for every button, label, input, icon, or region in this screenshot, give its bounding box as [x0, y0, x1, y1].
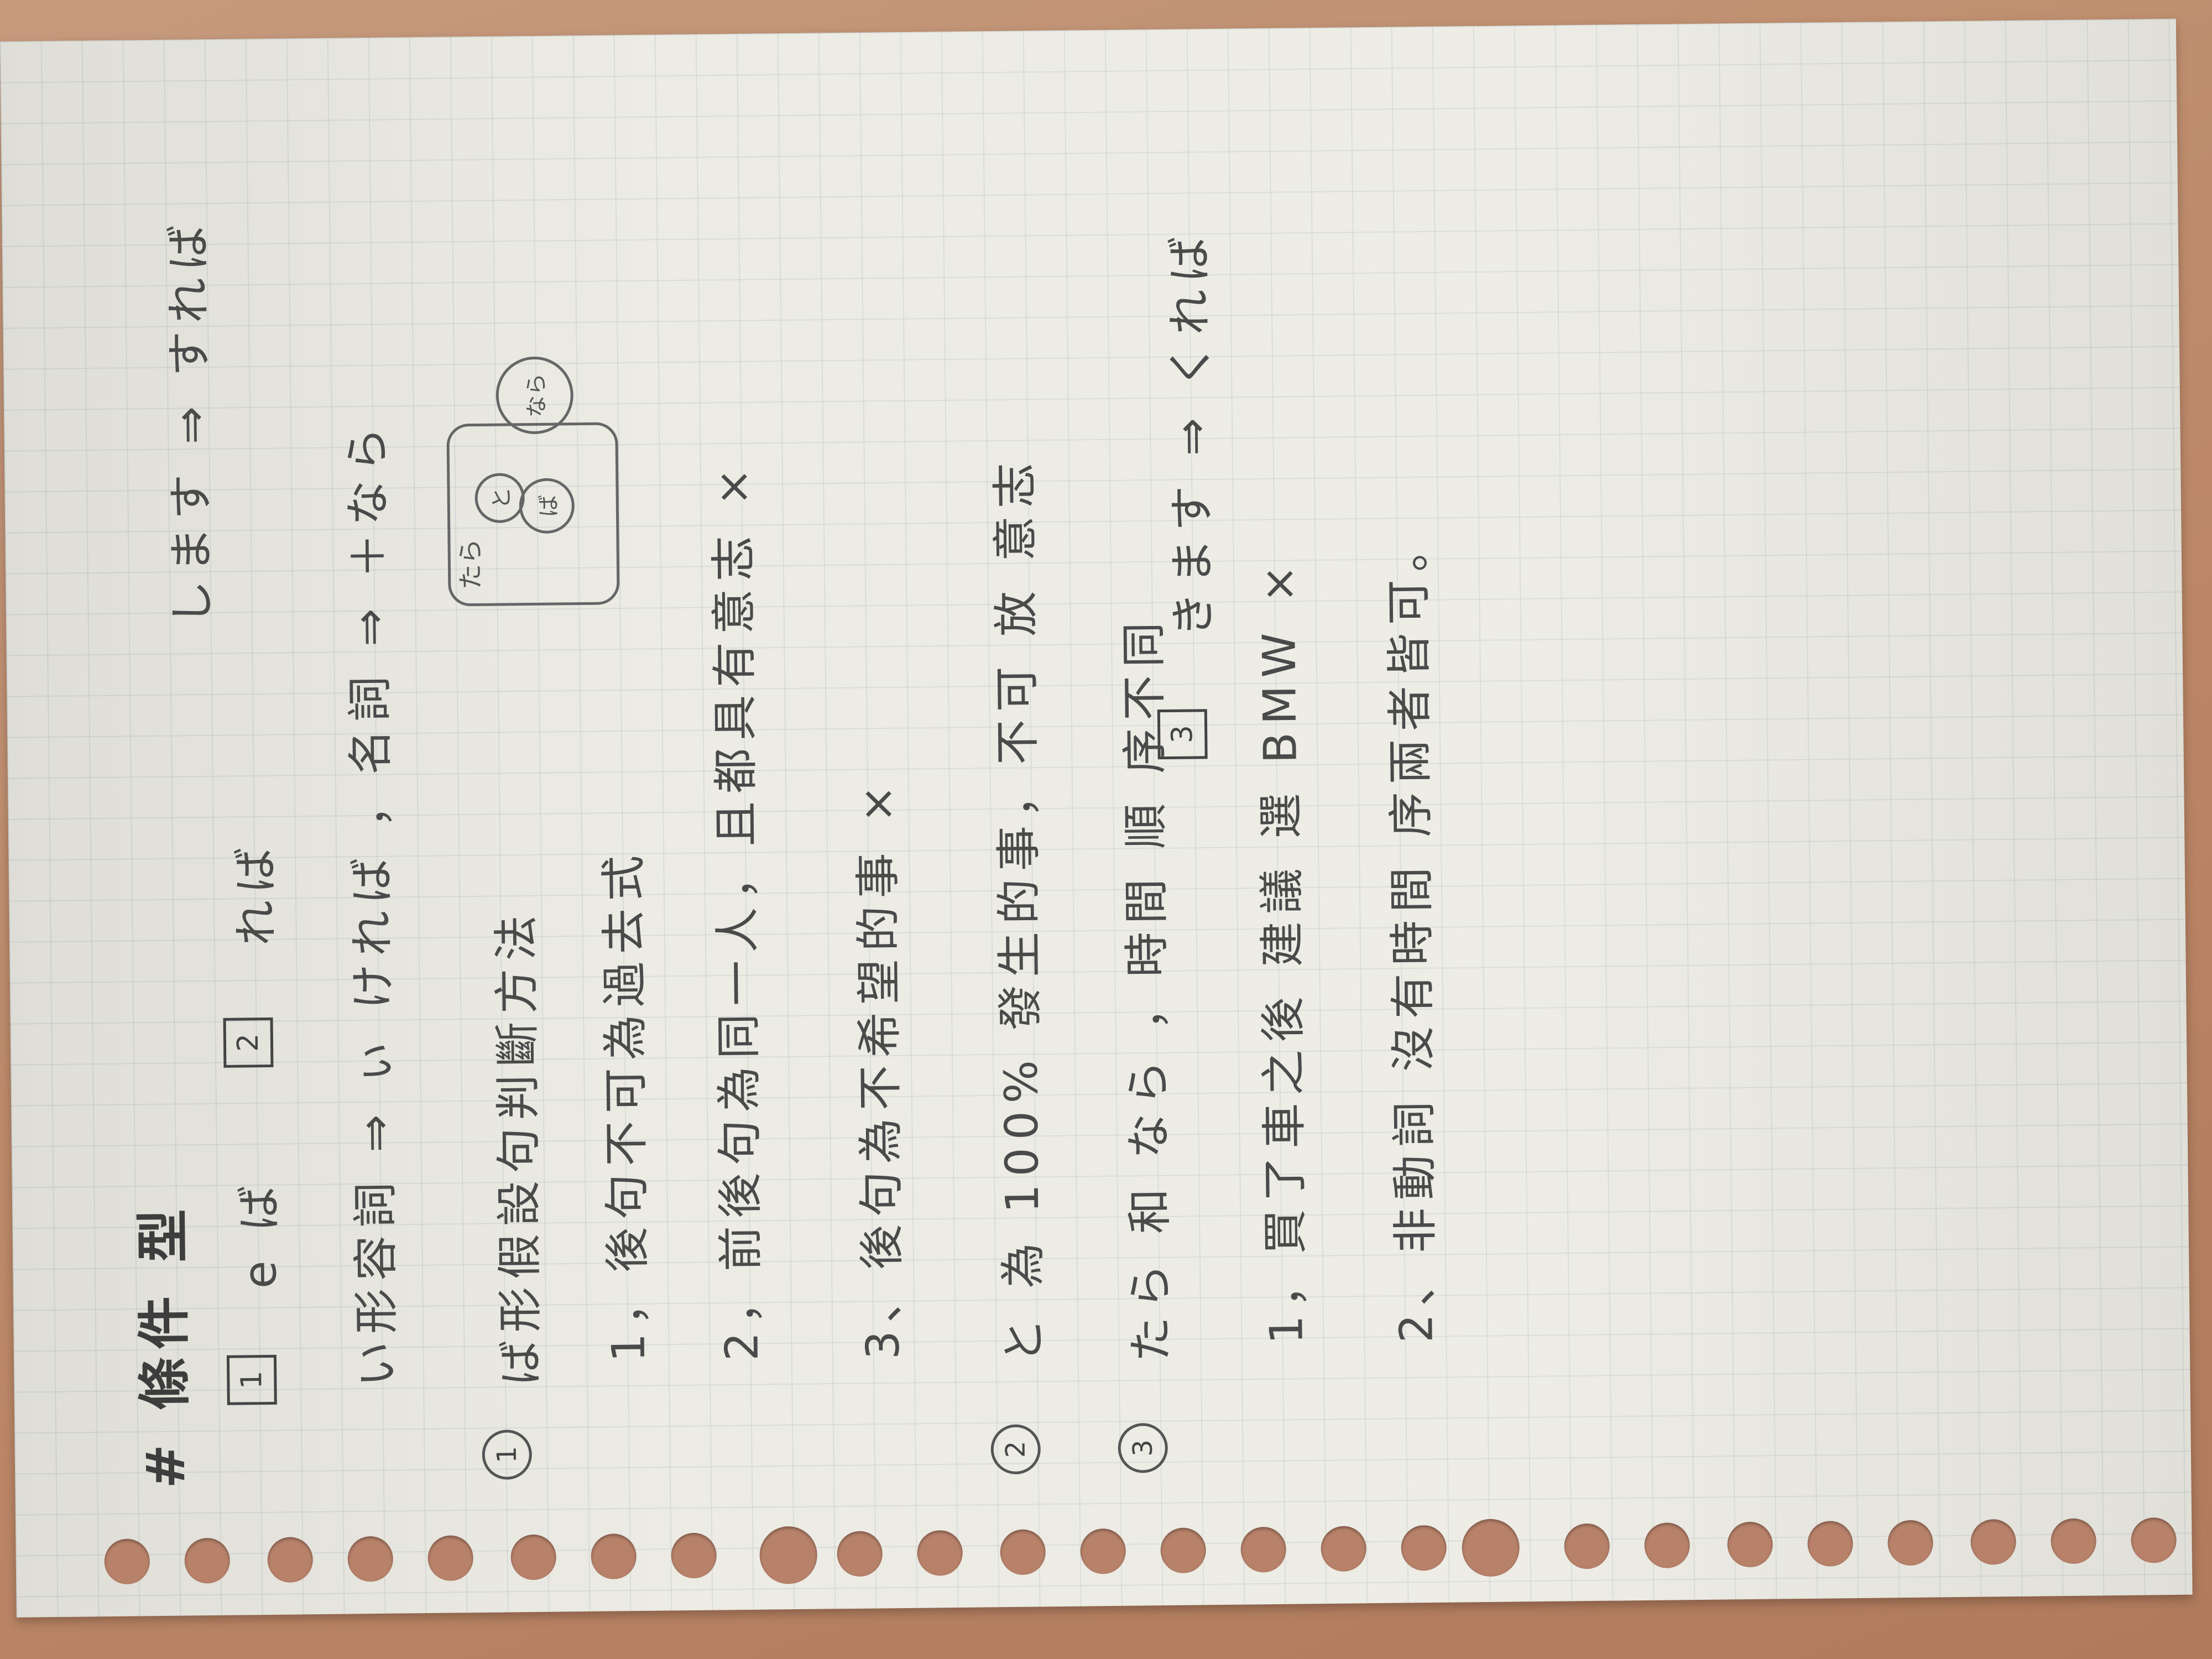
- section-marker-3: 3: [1118, 1423, 1168, 1473]
- binder-hole: [1644, 1522, 1691, 1569]
- binder-hole: [1887, 1520, 1934, 1566]
- binder-hole: [267, 1537, 314, 1583]
- binder-hole: [1727, 1521, 1773, 1568]
- adjective-rule: い形容詞 ⇒ ぃ ければ ，名詞 ⇒ ＋なら: [341, 419, 404, 1387]
- binder-hole: [1080, 1528, 1126, 1574]
- notes-title: # 條件 型: [132, 1201, 197, 1489]
- binder-hole: [1240, 1526, 1287, 1573]
- section1-item-3: 3、後句為不希望的事 ×: [851, 777, 910, 1360]
- binder-hole: [1807, 1521, 1854, 1567]
- binder-hole: [591, 1533, 637, 1579]
- form-kuru: きます ⇒ くれば: [1163, 228, 1220, 638]
- section3-item-1: 1，買了車之後 建議 選 BMW ×: [1252, 557, 1313, 1345]
- notebook-page: # 條件 型 1 e ば 2 れば 3 します ⇒ すれば きます ⇒ くれば …: [0, 18, 2193, 1618]
- binder-hole: [837, 1531, 883, 1577]
- binder-hole: [1321, 1526, 1367, 1572]
- section1-item-1: 1，後句不可為過去式: [597, 847, 656, 1363]
- binder-hole: [1401, 1525, 1447, 1571]
- binder-hole: [2051, 1518, 2097, 1564]
- binder-hole: [1970, 1519, 2017, 1565]
- diagram-circle-to: と: [474, 473, 525, 524]
- binder-hole: [347, 1536, 394, 1582]
- section3-text: たら 和 なら ，時間 順 序不同: [1117, 614, 1178, 1363]
- diagram-circle-ba: ば: [519, 478, 575, 534]
- section-marker-1: 1: [482, 1430, 533, 1480]
- handwritten-notes: # 條件 型 1 e ば 2 れば 3 します ⇒ すれば きます ⇒ くれば …: [0, 19, 2193, 1618]
- binder-hole: [2131, 1517, 2177, 1563]
- binder-hole: [184, 1537, 231, 1584]
- diagram-outer-label: たら: [455, 538, 486, 590]
- box-marker-2: 2: [223, 1017, 274, 1068]
- binder-hole: [510, 1534, 557, 1580]
- binder-hole: [427, 1535, 474, 1582]
- binder-hole: [917, 1530, 963, 1576]
- binder-hole-large: [759, 1526, 818, 1584]
- form-suru: します ⇒ すれば: [162, 217, 220, 626]
- box-marker-1: 1: [226, 1354, 277, 1405]
- section3-item-2: 2、非動詞 沒有時間 序兩者皆可。: [1382, 518, 1443, 1343]
- binder-hole: [1000, 1529, 1046, 1575]
- binder-hole: [671, 1532, 717, 1579]
- binder-hole: [104, 1538, 150, 1585]
- section-marker-2: 2: [990, 1424, 1041, 1475]
- binder-hole: [1564, 1523, 1610, 1569]
- section1-title: ば形假設句判斷方法: [490, 907, 548, 1386]
- section1-item-2: 2，前後句為同一人，且都具有意志 ×: [707, 460, 769, 1361]
- section2-text: と 為 100% 發生的事，不可 放 意志: [988, 455, 1051, 1364]
- form-left: e ば: [233, 1177, 287, 1289]
- binder-hole-large: [1462, 1519, 1520, 1577]
- diagram-circle-nara: なら: [495, 356, 574, 435]
- binder-hole: [1160, 1527, 1207, 1574]
- form-middle: れば: [229, 839, 284, 946]
